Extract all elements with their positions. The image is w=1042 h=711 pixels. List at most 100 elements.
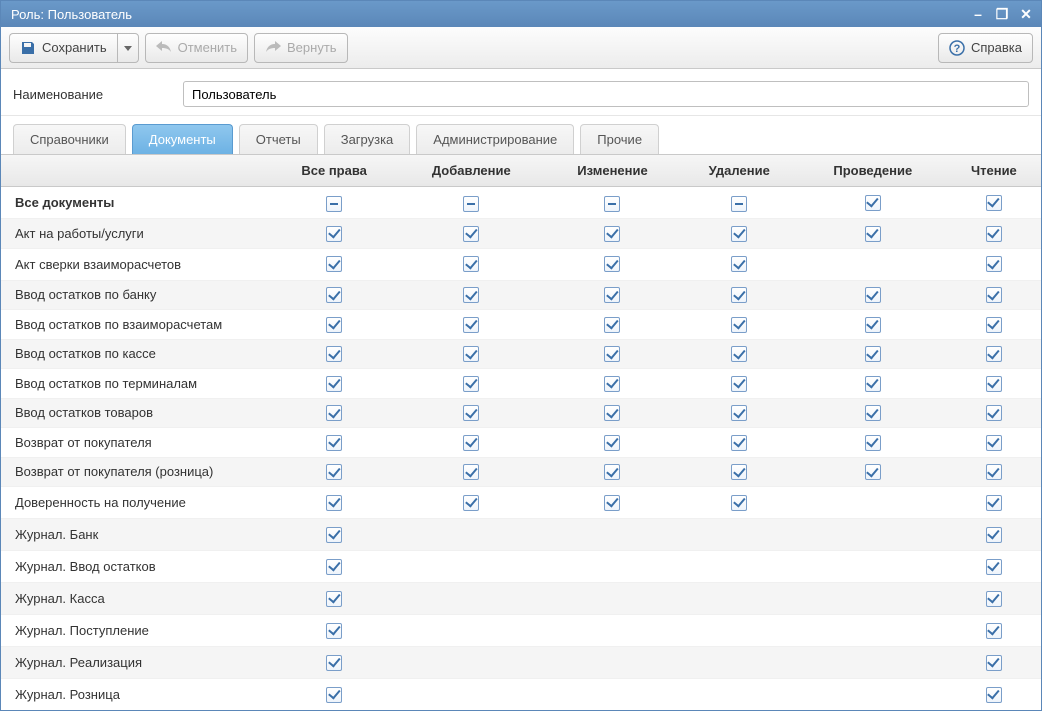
tab-4[interactable]: Администрирование — [416, 124, 574, 154]
checkbox[interactable] — [463, 226, 479, 242]
checkbox[interactable] — [986, 435, 1002, 451]
checkbox[interactable] — [463, 256, 479, 272]
save-button[interactable]: Сохранить — [9, 33, 117, 63]
checkbox[interactable] — [731, 346, 747, 362]
checkbox[interactable] — [986, 317, 1002, 333]
name-input[interactable] — [183, 81, 1029, 107]
checkbox[interactable] — [463, 435, 479, 451]
checkbox[interactable] — [865, 346, 881, 362]
checkbox[interactable] — [326, 495, 342, 511]
checkbox[interactable] — [326, 435, 342, 451]
column-header: Чтение — [947, 155, 1041, 187]
checkbox[interactable] — [326, 196, 342, 212]
tab-0[interactable]: Справочники — [13, 124, 126, 154]
save-dropdown[interactable] — [117, 33, 139, 63]
permission-cell — [799, 369, 947, 399]
checkbox[interactable] — [604, 464, 620, 480]
checkbox[interactable] — [463, 346, 479, 362]
checkbox[interactable] — [731, 256, 747, 272]
checkbox[interactable] — [986, 527, 1002, 543]
checkbox[interactable] — [986, 405, 1002, 421]
checkbox[interactable] — [865, 376, 881, 392]
checkbox[interactable] — [463, 317, 479, 333]
checkbox[interactable] — [463, 495, 479, 511]
checkbox[interactable] — [463, 376, 479, 392]
checkbox[interactable] — [463, 196, 479, 212]
checkbox[interactable] — [604, 376, 620, 392]
checkbox[interactable] — [986, 591, 1002, 607]
checkbox[interactable] — [731, 196, 747, 212]
close-button[interactable]: ✕ — [1017, 6, 1035, 22]
checkbox[interactable] — [604, 346, 620, 362]
checkbox[interactable] — [986, 287, 1002, 303]
checkbox[interactable] — [326, 376, 342, 392]
checkbox[interactable] — [326, 527, 342, 543]
checkbox[interactable] — [865, 317, 881, 333]
checkbox[interactable] — [731, 495, 747, 511]
checkbox[interactable] — [731, 376, 747, 392]
table-row: Все документы — [1, 187, 1041, 219]
tab-1[interactable]: Документы — [132, 124, 233, 154]
checkbox[interactable] — [604, 495, 620, 511]
redo-button[interactable]: Вернуть — [254, 33, 348, 63]
checkbox[interactable] — [326, 226, 342, 242]
checkbox[interactable] — [865, 195, 881, 211]
toolbar: Сохранить Отменить Вернуть ? Справка — [1, 27, 1041, 69]
checkbox[interactable] — [326, 346, 342, 362]
checkbox[interactable] — [604, 435, 620, 451]
checkbox[interactable] — [604, 317, 620, 333]
checkbox[interactable] — [326, 317, 342, 333]
checkbox[interactable] — [986, 687, 1002, 703]
checkbox[interactable] — [865, 287, 881, 303]
permission-cell — [680, 219, 799, 249]
undo-button[interactable]: Отменить — [145, 33, 248, 63]
permission-cell — [680, 551, 799, 583]
checkbox[interactable] — [731, 405, 747, 421]
checkbox[interactable] — [604, 226, 620, 242]
tab-3[interactable]: Загрузка — [324, 124, 411, 154]
checkbox[interactable] — [986, 559, 1002, 575]
checkbox[interactable] — [463, 405, 479, 421]
permission-cell — [947, 398, 1041, 428]
checkbox[interactable] — [326, 405, 342, 421]
checkbox[interactable] — [986, 346, 1002, 362]
checkbox[interactable] — [604, 405, 620, 421]
checkbox[interactable] — [731, 317, 747, 333]
checkbox[interactable] — [986, 376, 1002, 392]
checkbox[interactable] — [326, 591, 342, 607]
checkbox[interactable] — [731, 287, 747, 303]
maximize-button[interactable]: ❐ — [993, 6, 1011, 22]
checkbox[interactable] — [865, 405, 881, 421]
checkbox[interactable] — [986, 655, 1002, 671]
checkbox[interactable] — [326, 687, 342, 703]
checkbox[interactable] — [604, 256, 620, 272]
checkbox[interactable] — [865, 226, 881, 242]
checkbox[interactable] — [326, 287, 342, 303]
checkbox[interactable] — [731, 464, 747, 480]
permission-cell — [271, 551, 397, 583]
checkbox[interactable] — [731, 226, 747, 242]
checkbox[interactable] — [865, 464, 881, 480]
checkbox[interactable] — [986, 226, 1002, 242]
checkbox[interactable] — [986, 495, 1002, 511]
checkbox[interactable] — [326, 464, 342, 480]
minimize-button[interactable]: – — [969, 6, 987, 22]
checkbox[interactable] — [986, 195, 1002, 211]
checkbox[interactable] — [986, 256, 1002, 272]
checkbox[interactable] — [326, 256, 342, 272]
grid-scroll[interactable]: Все праваДобавлениеИзменениеУдалениеПров… — [1, 155, 1041, 710]
checkbox[interactable] — [604, 287, 620, 303]
checkbox[interactable] — [326, 623, 342, 639]
checkbox[interactable] — [731, 435, 747, 451]
checkbox[interactable] — [986, 623, 1002, 639]
checkbox[interactable] — [463, 287, 479, 303]
tab-2[interactable]: Отчеты — [239, 124, 318, 154]
tab-5[interactable]: Прочие — [580, 124, 659, 154]
checkbox[interactable] — [463, 464, 479, 480]
checkbox[interactable] — [604, 196, 620, 212]
checkbox[interactable] — [986, 464, 1002, 480]
help-button[interactable]: ? Справка — [938, 33, 1033, 63]
checkbox[interactable] — [865, 435, 881, 451]
checkbox[interactable] — [326, 655, 342, 671]
checkbox[interactable] — [326, 559, 342, 575]
